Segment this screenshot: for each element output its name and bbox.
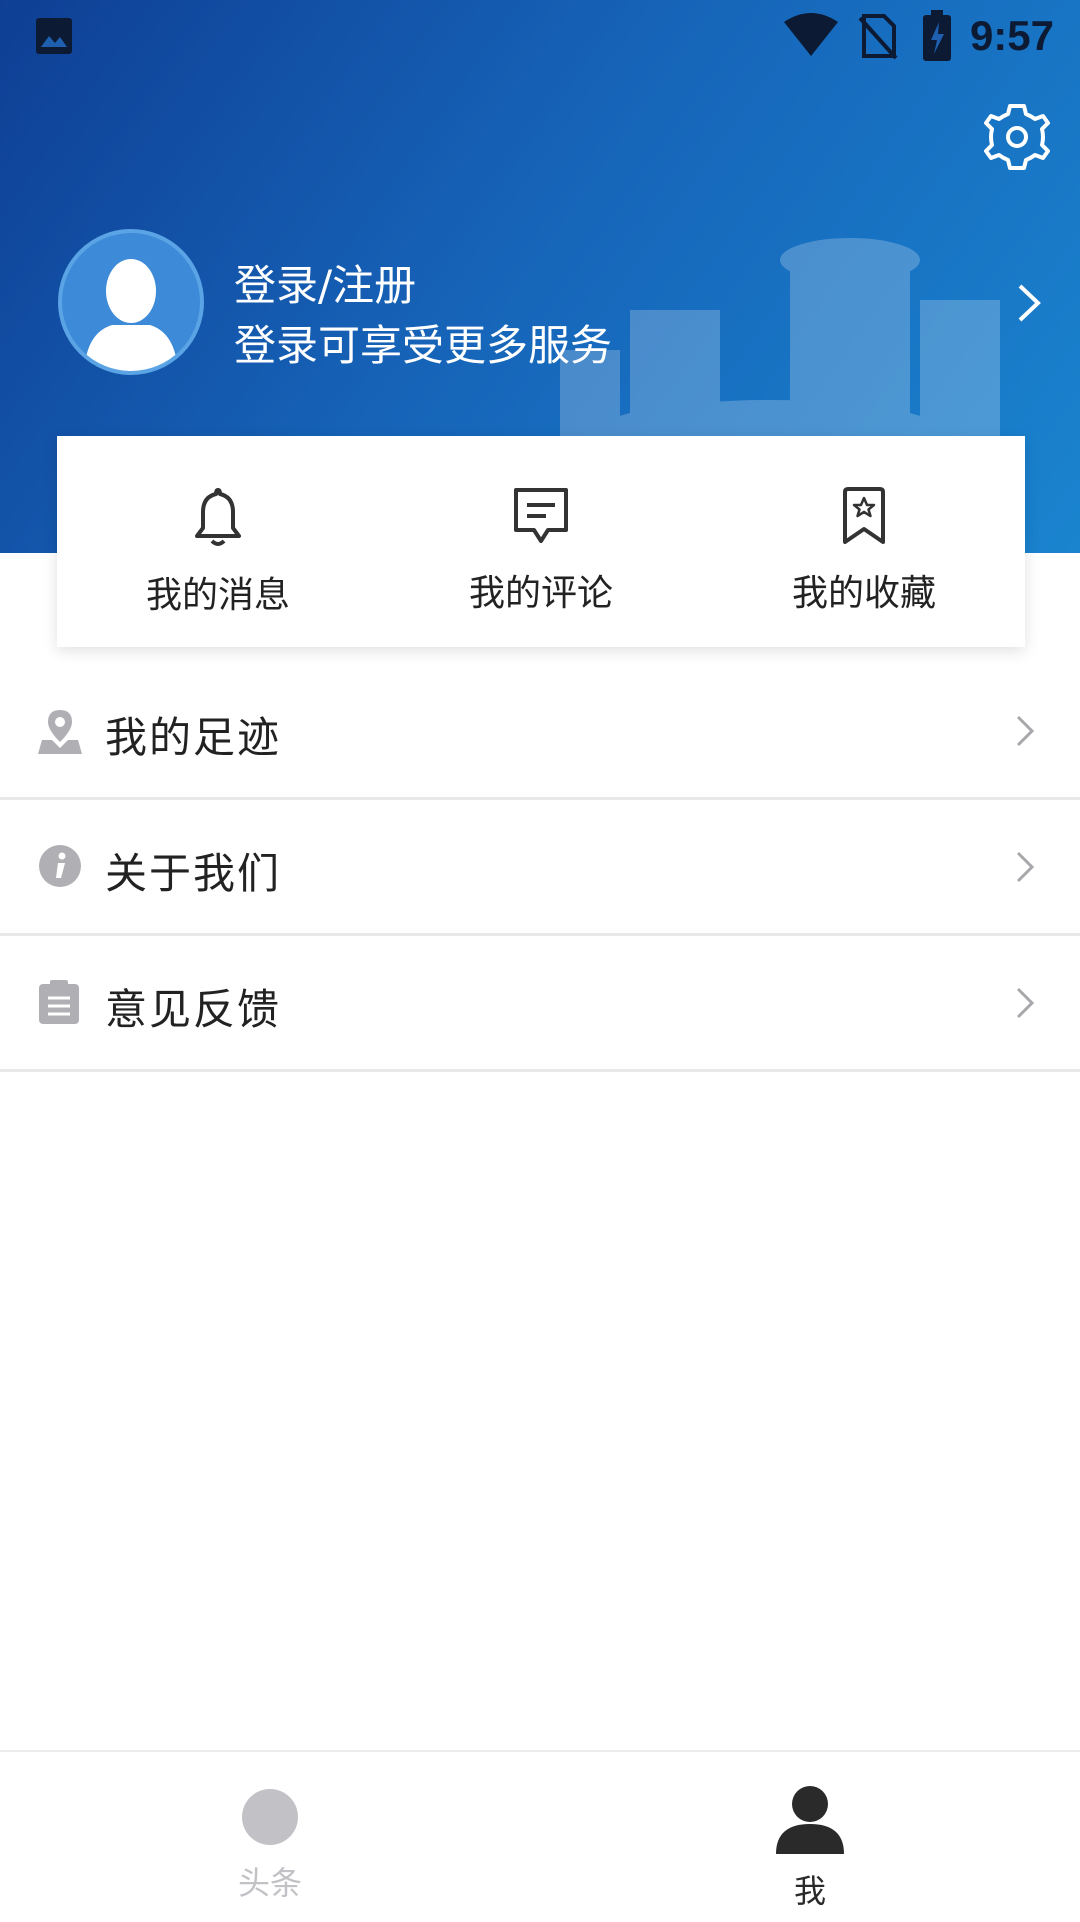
info-icon [39, 845, 81, 887]
menu-item-feedback[interactable]: 意见反馈 [0, 936, 1080, 1072]
settings-menu-list: 我的足迹 关于我们 意见反馈 [0, 664, 1080, 1072]
login-register-link[interactable]: 登录/注册 [234, 252, 416, 313]
gear-icon [984, 104, 1050, 170]
login-subtitle: 登录可享受更多服务 [234, 321, 613, 370]
menu-item-about-us[interactable]: 关于我们 [0, 800, 1080, 936]
clipboard-icon [39, 980, 79, 1024]
bell-icon [195, 488, 241, 546]
status-bar: 9:57 [0, 0, 1080, 74]
location-pin-icon [38, 710, 82, 754]
my-favorites-button[interactable]: 我的收藏 [703, 436, 1025, 647]
no-sim-icon [858, 14, 898, 60]
bottom-navigation: 头条 我 [0, 1750, 1080, 1922]
comment-icon [514, 488, 568, 543]
circle-icon [242, 1789, 298, 1845]
my-comments-button[interactable]: 我的评论 [380, 436, 702, 647]
tab-me[interactable]: 我 [540, 1752, 1080, 1922]
menu-item-label: 关于我们 [105, 849, 282, 898]
menu-item-label: 我的足迹 [105, 713, 282, 762]
gallery-icon [36, 18, 72, 54]
quick-action-label: 我的消息 [145, 575, 290, 616]
my-messages-button[interactable]: 我的消息 [57, 436, 379, 647]
default-avatar-icon [84, 259, 178, 371]
avatar[interactable] [58, 229, 204, 375]
bookmark-icon [843, 487, 885, 544]
chevron-right-icon [1016, 987, 1035, 1019]
tab-label: 我 [793, 1872, 826, 1910]
quick-actions-card: 我的消息 我的评论 我的收藏 [57, 436, 1025, 647]
wifi-icon [784, 13, 838, 56]
menu-item-footprint[interactable]: 我的足迹 [0, 664, 1080, 800]
chevron-right-icon [1016, 715, 1035, 747]
quick-action-label: 我的收藏 [791, 573, 936, 614]
settings-button[interactable] [980, 100, 1054, 174]
person-icon [776, 1786, 844, 1854]
status-time: 9:57 [969, 12, 1054, 59]
tab-label: 头条 [237, 1864, 302, 1902]
quick-action-label: 我的评论 [468, 573, 613, 614]
chevron-right-icon[interactable] [1010, 280, 1050, 326]
menu-item-label: 意见反馈 [105, 985, 282, 1034]
tab-headlines[interactable]: 头条 [0, 1752, 540, 1922]
battery-charging-icon [923, 10, 951, 61]
chevron-right-icon [1016, 851, 1035, 883]
